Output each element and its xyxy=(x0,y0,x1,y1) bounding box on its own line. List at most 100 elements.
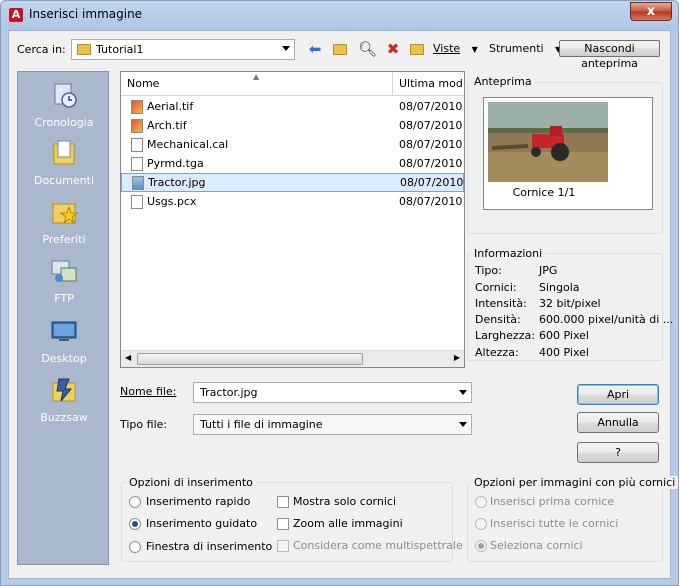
zoom-images-checkbox[interactable] xyxy=(277,518,289,530)
tools-menu[interactable]: Strumenti ▼ xyxy=(489,42,561,55)
all-frames-radio xyxy=(475,518,487,530)
ftp-icon xyxy=(51,260,77,282)
views-menu[interactable]: Viste ▼ xyxy=(433,42,478,55)
places-bar: Cronologia Documenti Preferiti FTP Deskt… xyxy=(17,71,109,565)
delete-icon[interactable]: ✖ xyxy=(384,40,402,58)
file-name: Usgs.pcx xyxy=(147,195,197,208)
place-label: Preferiti xyxy=(42,233,86,246)
file-row[interactable]: Mechanical.cal 08/07/2010 xyxy=(121,135,464,154)
frames-only-checkbox[interactable] xyxy=(277,496,289,508)
column-header-label: Nome xyxy=(127,77,160,90)
place-label: Desktop xyxy=(41,352,87,365)
column-header-modified[interactable]: Ultima mod xyxy=(393,72,464,96)
tractor-preview-image xyxy=(488,102,608,182)
look-in-dropdown[interactable]: Tutorial1 xyxy=(71,39,295,60)
dialog-client-area: Cerca in: Tutorial1 ⬅ 🔍︎ ✖ Viste ▼ Strum… xyxy=(8,30,678,579)
quick-insert-radio[interactable] xyxy=(129,496,141,508)
desktop-icon xyxy=(51,321,77,341)
folder-up-icon xyxy=(333,44,347,55)
zoom-images-label[interactable]: Zoom alle immagini xyxy=(293,517,403,530)
window-title: Inserisci immagine xyxy=(29,7,143,21)
place-documents[interactable]: Documenti xyxy=(18,138,110,187)
file-row[interactable]: Aerial.tif 08/07/2010 xyxy=(121,97,464,116)
search-web-icon[interactable]: 🔍︎ xyxy=(358,40,377,58)
file-icon xyxy=(131,195,143,209)
quick-insert-label[interactable]: Inserimento rapido xyxy=(146,495,250,508)
info-title: Informazioni xyxy=(471,247,546,260)
insert-window-radio[interactable] xyxy=(129,541,141,553)
place-ftp[interactable]: FTP xyxy=(18,256,110,305)
filetype-label: Tipo file: xyxy=(120,418,168,431)
chevron-down-icon[interactable] xyxy=(459,390,467,395)
place-history[interactable]: Cronologia xyxy=(18,80,110,129)
horizontal-scrollbar[interactable]: ◀ ▶ xyxy=(121,350,464,367)
title-bar[interactable]: A Inserisci immagine x xyxy=(1,1,678,29)
info-type-key: Tipo: xyxy=(475,264,502,277)
info-depth-key: Intensità: xyxy=(475,297,527,310)
first-frame-radio xyxy=(475,496,487,508)
guided-insert-radio[interactable] xyxy=(129,518,141,530)
column-header-label: Ultima mod xyxy=(399,77,463,90)
open-button[interactable]: Apri xyxy=(577,384,659,405)
back-arrow-icon[interactable]: ⬅ xyxy=(306,40,324,58)
file-date: 08/07/2010 xyxy=(400,176,464,189)
place-label: Cronologia xyxy=(34,116,94,129)
info-height-value: 400 Pixel xyxy=(539,346,589,359)
filename-input[interactable]: Tractor.jpg xyxy=(193,382,472,403)
scroll-right-icon[interactable]: ▶ xyxy=(454,353,460,362)
select-frames-radio xyxy=(475,540,487,552)
info-width-value: 600 Pixel xyxy=(539,329,589,342)
info-type-value: JPG xyxy=(539,264,558,277)
file-icon xyxy=(131,138,143,152)
up-folder-button[interactable] xyxy=(331,40,349,58)
look-in-label: Cerca in: xyxy=(17,43,66,56)
place-favorites[interactable]: Preferiti xyxy=(18,197,110,246)
hide-preview-button[interactable]: Nascondi anteprima xyxy=(559,40,660,70)
chevron-down-icon[interactable] xyxy=(459,422,467,427)
views-dropdown-icon: ▼ xyxy=(471,45,478,54)
guided-insert-label[interactable]: Inserimento guidato xyxy=(146,517,257,530)
file-list[interactable]: Nome ▲ Ultima mod Aerial.tif 08/07/2010 … xyxy=(120,71,465,368)
info-height-key: Altezza: xyxy=(475,346,519,359)
tools-label: Strumenti xyxy=(489,42,544,55)
select-frames-label: Seleziona cornici xyxy=(490,539,583,552)
file-row[interactable]: Pyrmd.tga 08/07/2010 xyxy=(121,154,464,173)
info-frames-value: Singola xyxy=(539,281,580,294)
file-date: 08/07/2010 xyxy=(399,100,463,113)
scrollbar-thumb[interactable] xyxy=(137,353,363,365)
filetype-select[interactable]: Tutti i file di immagine xyxy=(193,414,472,435)
insert-window-label[interactable]: Finestra di inserimento xyxy=(146,540,272,553)
new-folder-button[interactable] xyxy=(408,40,426,58)
filename-value: Tractor.jpg xyxy=(200,386,258,399)
column-header-name[interactable]: Nome ▲ xyxy=(121,72,393,96)
help-button[interactable]: ? xyxy=(577,442,659,463)
file-name: Arch.tif xyxy=(147,119,187,132)
file-name: Pyrmd.tga xyxy=(147,157,204,170)
info-width-key: Larghezza: xyxy=(475,329,535,342)
file-date: 08/07/2010 xyxy=(399,138,463,151)
filename-label: Nome file: xyxy=(120,385,177,398)
close-button[interactable]: x xyxy=(630,2,672,21)
scroll-left-icon[interactable]: ◀ xyxy=(125,353,131,362)
file-row[interactable]: Arch.tif 08/07/2010 xyxy=(121,116,464,135)
first-frame-label: Inserisci prima cornice xyxy=(490,495,615,508)
place-desktop[interactable]: Desktop xyxy=(18,316,110,365)
history-icon xyxy=(54,83,77,108)
place-buzzsaw[interactable]: Buzzsaw xyxy=(18,375,110,424)
cancel-button[interactable]: Annulla xyxy=(577,412,659,433)
new-folder-icon xyxy=(410,44,424,55)
frames-only-label[interactable]: Mostra solo cornici xyxy=(293,495,396,508)
dialog-window: A Inserisci immagine x Cerca in: Tutoria… xyxy=(0,0,679,586)
info-density-value: 600.000 pixel/unità di ... xyxy=(539,313,674,326)
place-label: Documenti xyxy=(33,174,95,187)
image-file-icon xyxy=(131,100,143,114)
info-density-key: Densità: xyxy=(475,313,521,326)
info-frames-key: Cornici: xyxy=(475,281,517,294)
file-date: 08/07/2010 xyxy=(399,119,463,132)
file-row-selected[interactable]: Tractor.jpg 08/07/2010 xyxy=(121,173,464,192)
file-row[interactable]: Usgs.pcx 08/07/2010 xyxy=(121,192,464,211)
buzzsaw-icon xyxy=(52,378,76,402)
documents-icon xyxy=(53,140,75,165)
info-depth-value: 32 bit/pixel xyxy=(539,297,601,310)
chevron-down-icon xyxy=(282,46,290,51)
